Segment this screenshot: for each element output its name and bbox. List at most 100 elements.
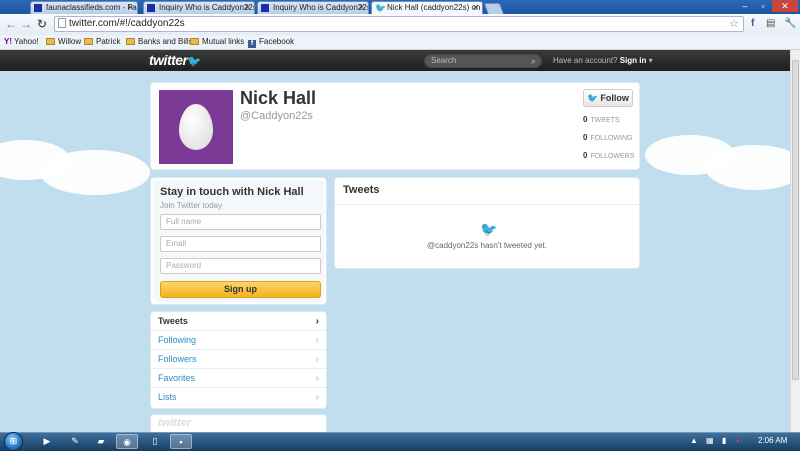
explorer-folder-icon[interactable]: ▰ <box>90 434 112 449</box>
reload-icon[interactable]: ↻ <box>37 17 47 31</box>
chevron-right-icon: › <box>315 316 319 327</box>
windows-taskbar: ⊞ ▶ ✎ ▰ ◉ ▯ ▪ ▲ ▦ ▮ ◐ 2:06 AM <box>0 432 800 451</box>
bookmark-willow[interactable]: Willow <box>46 35 81 49</box>
tray-up-arrow-icon[interactable]: ▲ <box>690 436 698 445</box>
stat-following[interactable]: 0 FOLLOWING <box>583 133 632 142</box>
profile-card: Nick Hall @Caddyon22s 🐦 Follow 0 TWEETS 0F… <box>150 82 640 170</box>
folder-icon <box>190 38 199 45</box>
paint-icon[interactable]: ✎ <box>64 434 86 449</box>
close-tab-icon[interactable]: ✕ <box>358 2 365 14</box>
signup-subtitle: Join Twitter today <box>160 201 223 210</box>
browser-tab-3[interactable]: Inquiry Who is Caddyon22s ✕ <box>257 1 369 14</box>
yahoo-icon: Y! <box>4 37 12 46</box>
close-tab-icon[interactable]: ✕ <box>244 2 251 14</box>
browser-tab-2[interactable]: Inquiry Who is Caddyon22s ✕ <box>143 1 255 14</box>
menu-item-following[interactable]: Following › <box>151 331 326 350</box>
tray-volume-icon[interactable]: ◐ <box>736 436 741 445</box>
browser-tab-4[interactable]: 🐦 Nick Hall (caddyon22s) on ✕ <box>371 1 483 14</box>
folder-icon <box>46 38 55 45</box>
divider <box>335 204 639 205</box>
browser-tab-strip: faunaclassifieds.com - Faun ✕ Inquiry Wh… <box>0 0 800 15</box>
footer-twitter-logo: twitter <box>150 414 327 434</box>
scrollbar-thumb[interactable] <box>792 60 799 380</box>
tray-network-icon[interactable]: ▦ <box>706 436 714 445</box>
menu-item-followers[interactable]: Followers › <box>151 350 326 369</box>
sign-in-link[interactable]: Sign in <box>620 56 647 65</box>
close-window-icon[interactable]: ✕ <box>772 0 798 12</box>
media-player-icon[interactable]: ▶ <box>36 434 58 449</box>
profile-name: Nick Hall <box>240 88 317 108</box>
menu-item-tweets[interactable]: Tweets › <box>151 312 326 331</box>
twitter-bird-icon: 🐦 <box>480 221 498 237</box>
chevron-right-icon: › <box>315 373 319 384</box>
address-bar[interactable]: twitter.com/#!/caddyon22s ☆ <box>54 16 744 32</box>
stat-tweets[interactable]: 0 TWEETS <box>583 115 620 124</box>
profile-handle: @Caddyon22s <box>240 110 313 122</box>
minimize-icon[interactable]: – <box>736 0 754 12</box>
facebook-icon: f <box>248 40 256 48</box>
bookmark-patrick[interactable]: Patrick <box>84 35 120 49</box>
search-input[interactable]: Search ⌕ <box>424 54 542 68</box>
default-egg-icon <box>179 104 213 150</box>
empty-tweets-message: @caddyon22s hasn't tweeted yet. <box>427 241 547 250</box>
close-tab-icon[interactable]: ✕ <box>472 2 479 14</box>
tab-title: faunaclassifieds.com - Faun <box>46 3 138 12</box>
maximize-icon[interactable]: ▫ <box>754 0 772 12</box>
password-field[interactable]: Password <box>160 258 321 274</box>
tray-signal-icon[interactable]: ▮ <box>722 436 726 445</box>
bookmarks-bar: Y! Yahoo! Willow Patrick Banks and Bills … <box>0 35 800 50</box>
facebook-extension-icon[interactable]: f <box>751 18 754 30</box>
tab-title: Nick Hall (caddyon22s) on <box>387 3 481 12</box>
signup-title: Stay in touch with Nick Hall <box>160 186 304 198</box>
signup-box: Stay in touch with Nick Hall Join Twitte… <box>150 177 327 305</box>
signup-button[interactable]: Sign up <box>160 281 321 298</box>
clock[interactable]: 2:06 AM <box>758 436 787 445</box>
folder-icon <box>84 38 93 45</box>
bookmark-banks-and-bills[interactable]: Banks and Bills <box>126 35 193 49</box>
start-button[interactable]: ⊞ <box>4 432 23 451</box>
chevron-right-icon: › <box>315 335 319 346</box>
bookmark-mutual-links[interactable]: Mutual links <box>190 35 244 49</box>
stat-followers[interactable]: 0 FOLLOWERS <box>583 151 634 160</box>
close-tab-icon[interactable]: ✕ <box>127 2 134 14</box>
cloud-decoration <box>705 145 800 190</box>
bookmark-star-icon[interactable]: ☆ <box>729 17 739 31</box>
account-prompt: Have an account? Sign in ▾ <box>553 56 653 65</box>
square-favicon <box>261 4 269 12</box>
fullname-field[interactable]: Full name <box>160 214 321 230</box>
email-field[interactable]: Email <box>160 236 321 252</box>
bookmark-yahoo[interactable]: Y! Yahoo! <box>4 35 39 49</box>
twitter-topbar: twitter🐦 Search ⌕ Have an account? Sign … <box>0 50 790 71</box>
follow-button[interactable]: 🐦 Follow <box>583 89 633 107</box>
avatar[interactable] <box>159 90 233 164</box>
square-favicon <box>147 4 155 12</box>
cloud-decoration <box>40 150 150 195</box>
page-scrollbar[interactable] <box>790 50 800 432</box>
twitter-bird-icon: 🐦 <box>587 93 599 103</box>
bookmark-facebook[interactable]: f Facebook <box>248 35 294 49</box>
cmd-window-icon[interactable]: ▪ <box>170 434 192 449</box>
forward-icon[interactable]: → <box>20 17 32 31</box>
back-icon[interactable]: ← <box>5 17 17 31</box>
twitter-bird-icon: 🐦 <box>187 56 202 68</box>
url-text: twitter.com/#!/caddyon22s <box>69 18 185 29</box>
search-icon[interactable]: ⌕ <box>531 55 536 67</box>
chevron-right-icon: › <box>315 392 319 403</box>
browser-tab-1[interactable]: faunaclassifieds.com - Faun ✕ <box>30 1 138 14</box>
profile-nav-menu: Tweets › Following › Followers › Favorites ›… <box>150 311 327 409</box>
folder-icon <box>126 38 135 45</box>
tab-title: Inquiry Who is Caddyon22s <box>159 3 255 12</box>
page-menu-icon[interactable]: ▤ <box>766 18 775 30</box>
twitter-logo[interactable]: twitter🐦 <box>149 52 201 68</box>
chrome-taskbar-icon[interactable]: ◉ <box>116 434 138 449</box>
wrench-icon[interactable]: 🔧 <box>784 18 796 30</box>
caret-down-icon[interactable]: ▾ <box>649 56 653 65</box>
page-icon <box>58 18 66 28</box>
tab-title: Inquiry Who is Caddyon22s <box>273 3 369 12</box>
menu-item-lists[interactable]: Lists › <box>151 388 326 407</box>
browser-toolbar: ← → ↻ twitter.com/#!/caddyon22s ☆ f ▤ 🔧 <box>0 14 800 36</box>
chevron-right-icon: › <box>315 354 319 365</box>
square-favicon <box>34 4 42 12</box>
menu-item-favorites[interactable]: Favorites › <box>151 369 326 388</box>
document-icon[interactable]: ▯ <box>144 434 166 449</box>
